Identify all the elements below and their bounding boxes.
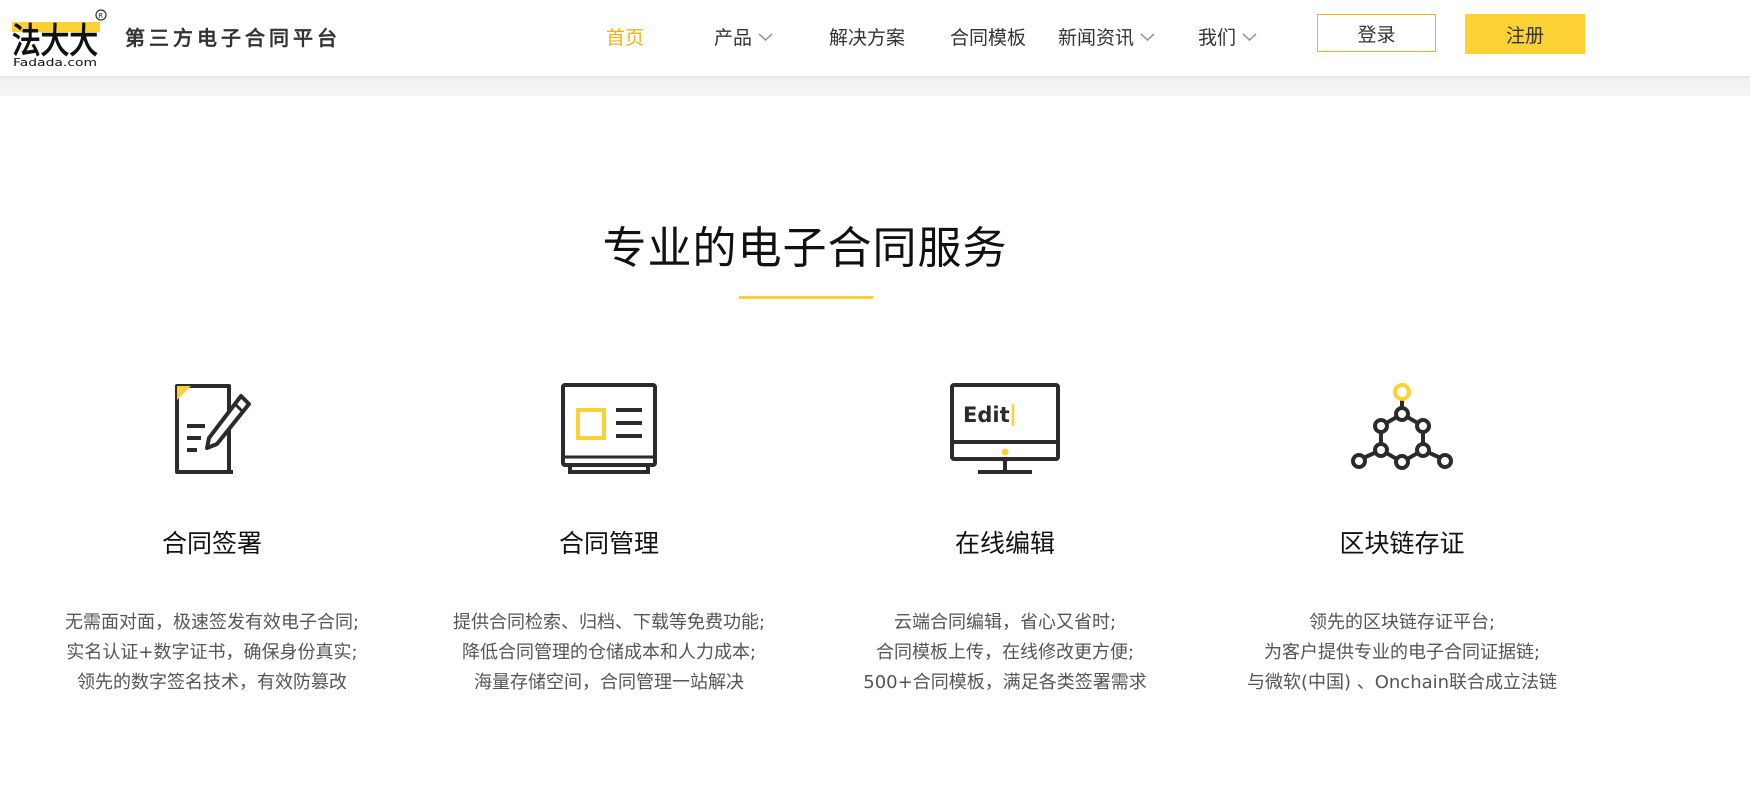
blockchain-icon [1351,383,1453,470]
feature-card-edit[interactable]: Edit 在线编辑 云端合同编辑，省心又省时; 合同模板上传，在线修改更方便; … [825,380,1185,693]
feature-description: 领先的区块链存证平台; 为客户提供专业的电子合同证据链; 与微软(中国) 、On… [1182,608,1622,698]
login-button[interactable]: 登录 [1317,14,1436,52]
feature-description: 无需面对面，极速签发有效电子合同; 实名认证+数字证书，确保身份真实; 领先的数… [0,608,432,698]
nav-products-label: 产品 [714,27,753,49]
title-underline [739,296,873,299]
feature-card-manage[interactable]: 合同管理 提供合同检索、归档、下载等免费功能; 降低合同管理的仓储成本和人力成本… [429,380,789,693]
feature-desc-line: 海量存储空间，合同管理一站解决 [474,672,744,693]
feature-desc-line: 领先的区块链存证平台; [1308,612,1496,633]
feature-title: 在线编辑 [954,529,1055,558]
feature-desc-line: 为客户提供专业的电子合同证据链; [1263,642,1541,663]
nav-solutions-label: 解决方案 [829,27,906,49]
online-edit-icon: Edit [950,383,1060,474]
nav-home[interactable]: 首页 [606,23,644,50]
nav-templates-label: 合同模板 [950,27,1027,49]
feature-desc-line: 云端合同编辑，省心又省时; [893,612,1117,633]
feature-title: 合同管理 [558,529,659,558]
chevron-down-icon [1140,32,1155,41]
header-shadow-band [0,76,1750,96]
nav-products[interactable]: 产品 [714,23,773,50]
nav-news[interactable]: 新闻资讯 [1058,23,1155,50]
edit-icon-label: Edit [963,403,1010,427]
feature-desc-line: 领先的数字签名技术，有效防篡改 [77,672,347,693]
chevron-down-icon [1242,32,1257,41]
nav-about[interactable]: 我们 [1198,23,1257,50]
feature-title: 合同签署 [161,529,262,558]
contract-manage-icon [561,383,657,474]
feature-title: 区块链存证 [1339,529,1465,558]
nav-news-label: 新闻资讯 [1058,27,1135,49]
nav-about-label: 我们 [1198,27,1237,49]
nav-templates[interactable]: 合同模板 [950,23,1026,50]
nav-home-label: 首页 [606,27,645,49]
nav-solutions[interactable]: 解决方案 [829,23,905,50]
section-title: 专业的电子合同服务 [602,223,1008,274]
feature-desc-line: 降低合同管理的仓储成本和人力成本; [461,642,757,663]
contract-sign-icon [175,384,251,474]
feature-desc-line: 500+合同模板，满足各类签署需求 [863,672,1147,693]
top-header: 法大大 Fadada.com R 第三方电子合同平台 首页 产品 解决方案 合同… [0,0,1750,76]
feature-desc-line: 实名认证+数字证书，确保身份真实; [66,642,358,663]
chevron-down-icon [758,32,773,41]
logo-domain: Fadada.com [13,56,97,69]
feature-desc-line: 与微软(中国) 、Onchain联合成立法链 [1246,672,1558,693]
fadada-logo[interactable]: 法大大 Fadada.com R [12,6,124,70]
feature-card-sign[interactable]: 合同签署 无需面对面，极速签发有效电子合同; 实名认证+数字证书，确保身份真实;… [32,380,392,693]
feature-description: 提供合同检索、归档、下载等免费功能; 降低合同管理的仓储成本和人力成本; 海量存… [389,608,829,698]
svg-text:R: R [98,12,103,20]
register-button[interactable]: 注册 [1465,14,1585,54]
feature-desc-line: 合同模板上传，在线修改更方便; [875,642,1135,663]
logo-tagline: 第三方电子合同平台 [125,26,341,50]
feature-description: 云端合同编辑，省心又省时; 合同模板上传，在线修改更方便; 500+合同模板，满… [785,608,1225,698]
feature-desc-line: 提供合同检索、归档、下载等免费功能; [452,612,766,633]
feature-card-blockchain[interactable]: 区块链存证 领先的区块链存证平台; 为客户提供专业的电子合同证据链; 与微软(中… [1222,380,1582,693]
feature-desc-line: 无需面对面，极速签发有效电子合同; [64,612,360,633]
